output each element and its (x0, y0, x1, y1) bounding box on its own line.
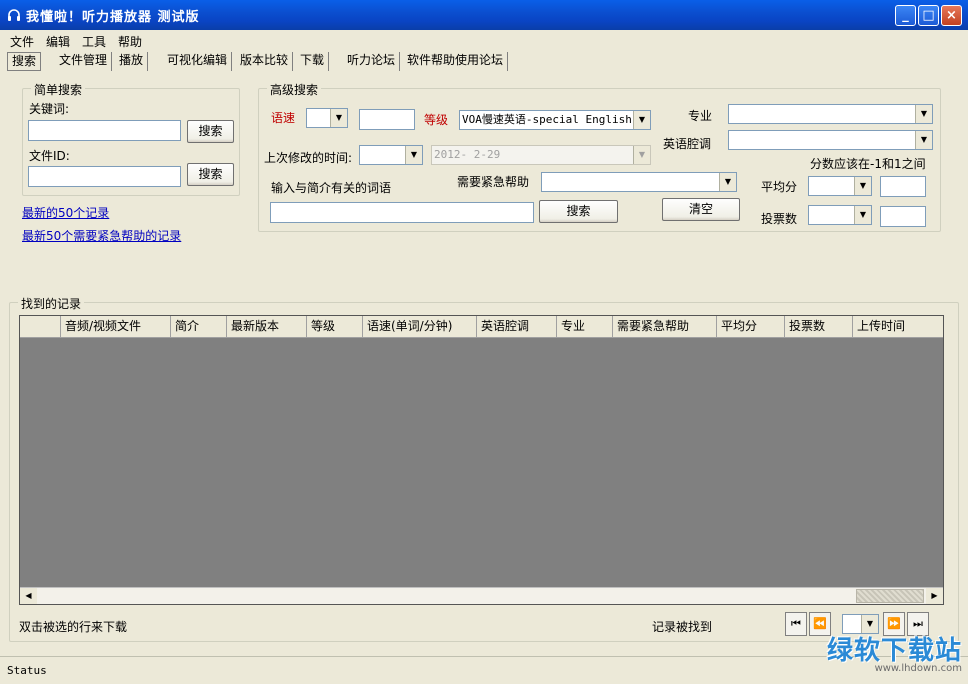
scroll-left-icon[interactable]: ◀ (20, 588, 37, 604)
chevron-down-icon: ▼ (915, 131, 932, 149)
clear-button[interactable]: 清空 (662, 198, 740, 221)
accent-label: 英语腔调 (663, 137, 712, 151)
scroll-thumb[interactable] (856, 589, 924, 603)
votes-input[interactable] (880, 206, 926, 227)
keywords-input[interactable] (270, 202, 534, 223)
column-header-avg-score[interactable]: 平均分 (717, 316, 785, 337)
column-header-file[interactable]: 音频/视频文件 (61, 316, 171, 337)
major-select[interactable]: ▼ (728, 104, 933, 124)
download-hint: 双击被选的行来下载 (19, 620, 128, 634)
column-header-accent[interactable]: 英语腔调 (477, 316, 557, 337)
column-header-level[interactable]: 等级 (307, 316, 363, 337)
chevron-down-icon: ▼ (854, 177, 871, 195)
file-id-input[interactable] (28, 166, 181, 187)
grid-header: 音频/视频文件 简介 最新版本 等级 语速(单词/分钟) 英语腔调 专业 需要紧… (20, 316, 943, 338)
tab-download[interactable]: 下载 (296, 52, 330, 71)
watermark: 绿软下载站 www.lhdown.com (827, 630, 962, 674)
column-header-summary[interactable]: 简介 (171, 316, 227, 337)
chevron-down-icon: ▼ (405, 146, 422, 164)
advanced-search-button[interactable]: 搜索 (539, 200, 618, 223)
chevron-down-icon: ▼ (330, 109, 347, 127)
menu-help[interactable]: 帮助 (118, 33, 142, 50)
latest-50-urgent-link[interactable]: 最新50个需要紧急帮助的记录 (22, 227, 181, 244)
horizontal-scrollbar[interactable]: ◀ ▶ (20, 587, 943, 604)
score-hint: 分数应该在-1和1之间 (810, 157, 926, 171)
simple-search-title: 简单搜索 (31, 81, 86, 98)
file-id-search-button[interactable]: 搜索 (187, 163, 234, 186)
last-modified-date-value: 2012- 2-29 (434, 148, 501, 161)
tab-forum[interactable]: 听力论坛 (343, 52, 401, 71)
urgent-label: 需要紧急帮助 (457, 175, 530, 189)
level-label: 等级 (424, 113, 449, 127)
window-title: 我懂啦！听力播放器 测试版 (26, 10, 200, 25)
file-id-label: 文件ID: (29, 149, 70, 163)
close-button[interactable]: × (941, 5, 962, 26)
last-modified-operator-select[interactable]: ▼ (359, 145, 423, 165)
tab-version-compare[interactable]: 版本比较 (236, 52, 294, 71)
speed-input[interactable] (359, 109, 415, 130)
minimize-button[interactable]: _ (895, 5, 916, 26)
column-header-select[interactable] (20, 316, 61, 337)
speed-operator-select[interactable]: ▼ (306, 108, 348, 128)
chevron-down-icon: ▼ (854, 206, 871, 224)
status-text: Status (7, 664, 47, 677)
last-modified-date-picker: 2012- 2-29 ▼ (431, 145, 651, 165)
major-label: 专业 (688, 109, 713, 123)
keyword-input[interactable] (28, 120, 181, 141)
avg-score-operator-select[interactable]: ▼ (808, 176, 872, 196)
menu-bar: 文件 编辑 工具 帮助 (0, 30, 968, 50)
menu-tools[interactable]: 工具 (82, 33, 106, 50)
accent-select[interactable]: ▼ (728, 130, 933, 150)
menu-file[interactable]: 文件 (10, 33, 34, 50)
headphones-icon (8, 9, 20, 21)
results-title: 找到的记录 (18, 295, 85, 312)
keywords-label: 输入与简介有关的词语 (271, 181, 392, 195)
records-found-label: 记录被找到 (652, 620, 713, 634)
speed-label: 语速 (271, 111, 296, 125)
latest-50-link[interactable]: 最新的50个记录 (22, 204, 109, 221)
level-select[interactable]: VOA慢速英语-special English ▼ (459, 110, 651, 130)
tab-visual-edit[interactable]: 可视化编辑 (163, 52, 233, 71)
scroll-right-icon[interactable]: ▶ (926, 588, 943, 604)
tab-play[interactable]: 播放 (115, 52, 149, 71)
last-modified-label: 上次修改的时间: (264, 151, 353, 165)
watermark-logo: 绿软下载站 (826, 636, 962, 666)
avg-score-label: 平均分 (761, 180, 798, 194)
avg-score-input[interactable] (880, 176, 926, 197)
maximize-button[interactable]: □ (918, 5, 939, 26)
column-header-speed[interactable]: 语速(单词/分钟) (363, 316, 477, 337)
tab-help-forum[interactable]: 软件帮助使用论坛 (403, 52, 509, 71)
chevron-down-icon: ▼ (633, 146, 650, 164)
tab-bar: 搜索 文件管理 播放 可视化编辑 版本比较 下载 听力论坛 软件帮助使用论坛 (0, 50, 968, 72)
column-header-major[interactable]: 专业 (557, 316, 613, 337)
results-grid[interactable]: 音频/视频文件 简介 最新版本 等级 语速(单词/分钟) 英语腔调 专业 需要紧… (19, 315, 944, 605)
advanced-search-title: 高级搜索 (267, 81, 322, 98)
urgent-select[interactable]: ▼ (541, 172, 737, 192)
column-header-upload-time[interactable]: 上传时间 (853, 316, 943, 337)
votes-label: 投票数 (761, 212, 798, 226)
tab-file-manager[interactable]: 文件管理 (55, 52, 113, 71)
keyword-label: 关键词: (29, 102, 70, 116)
level-value: VOA慢速英语-special English (462, 113, 632, 126)
title-bar[interactable]: 我懂啦！听力播放器 测试版 _ □ × (0, 0, 968, 30)
first-page-icon[interactable]: ⏮ (785, 612, 807, 636)
menu-edit[interactable]: 编辑 (46, 33, 70, 50)
status-bar: Status (0, 656, 968, 684)
column-header-latest-version[interactable]: 最新版本 (227, 316, 307, 337)
tab-search[interactable]: 搜索 (7, 52, 42, 71)
chevron-down-icon: ▼ (915, 105, 932, 123)
column-header-urgent[interactable]: 需要紧急帮助 (613, 316, 717, 337)
column-header-votes[interactable]: 投票数 (785, 316, 853, 337)
chevron-down-icon: ▼ (719, 173, 736, 191)
chevron-down-icon: ▼ (633, 111, 650, 129)
simple-search-button[interactable]: 搜索 (187, 120, 234, 143)
votes-operator-select[interactable]: ▼ (808, 205, 872, 225)
